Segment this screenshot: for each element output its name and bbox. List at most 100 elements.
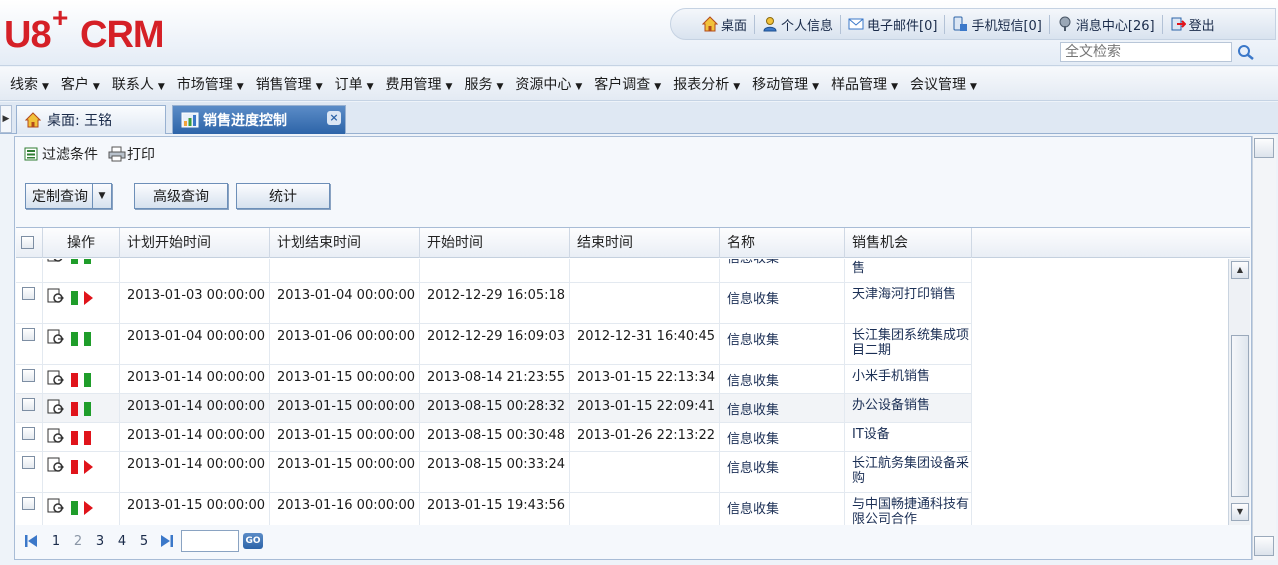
printer-icon	[108, 146, 126, 162]
top-link-email[interactable]: 电子邮件[0]	[841, 14, 946, 34]
cell-name[interactable]: 信息收集	[720, 394, 845, 422]
page-link[interactable]: 4	[111, 534, 133, 549]
menu-samples[interactable]: 样品管理 ▼	[825, 74, 904, 94]
top-link-logout[interactable]: 登出	[1163, 15, 1222, 34]
cell-opportunity[interactable]: 与中国畅捷通科技有限公司合作	[845, 493, 972, 525]
table-row[interactable]: 2013-01-04 00:00:00 2013-01-06 00:00:00 20…	[16, 324, 972, 365]
menu-sales[interactable]: 销售管理 ▼	[250, 74, 329, 94]
menu-service[interactable]: 服务 ▼	[458, 74, 509, 94]
sidebar-expand-handle[interactable]: ▶	[0, 105, 12, 133]
last-page-icon[interactable]	[159, 533, 175, 549]
cell-name[interactable]: 信息收集	[720, 324, 845, 364]
row-checkbox[interactable]	[22, 456, 35, 469]
row-checkbox[interactable]	[22, 328, 35, 341]
table-row[interactable]: 2013-01-14 00:00:00 2013-01-15 00:00:00 20…	[16, 423, 972, 452]
page-scrollbar[interactable]	[1252, 136, 1276, 560]
table-row[interactable]: 2012-12-15 16:01:002012-12-15 16:01:32信息…	[16, 259, 972, 283]
user-icon	[762, 16, 778, 32]
page-number-input[interactable]	[181, 530, 239, 552]
column-header-opportunity[interactable]: 销售机会	[845, 228, 972, 258]
first-page-icon[interactable]	[23, 533, 39, 549]
menu-orders[interactable]: 订单 ▼	[329, 74, 380, 94]
menu-surveys[interactable]: 客户调查 ▼	[588, 74, 667, 94]
cell-name[interactable]: 信息收集	[720, 259, 845, 282]
cell-opportunity[interactable]: 办公设备销售	[845, 394, 972, 422]
page-link[interactable]: 3	[89, 534, 111, 549]
menu-contacts[interactable]: 联系人 ▼	[106, 74, 171, 94]
scroll-down-arrow[interactable]: ▼	[1231, 503, 1249, 521]
table-row[interactable]: 2013-01-03 00:00:00 2013-01-04 00:00:00 20…	[16, 283, 972, 324]
row-checkbox[interactable]	[22, 369, 35, 382]
cell-opportunity[interactable]: 长江航务集团设备采购	[845, 452, 972, 492]
cell-opportunity[interactable]: IT设备	[845, 423, 972, 451]
menu-mobile[interactable]: 移动管理 ▼	[746, 74, 825, 94]
view-detail-icon[interactable]	[47, 428, 65, 444]
grid-scrollbar[interactable]: ▲ ▼	[1228, 259, 1250, 525]
column-header-plan-end[interactable]: 计划结束时间	[270, 228, 420, 258]
cell-name[interactable]: 信息收集	[720, 365, 845, 393]
view-detail-icon[interactable]	[47, 498, 65, 514]
cell-end: 2012-12-15 16:01:32	[570, 259, 720, 282]
column-header-end[interactable]: 结束时间	[570, 228, 720, 258]
column-header-start[interactable]: 开始时间	[420, 228, 570, 258]
table-row[interactable]: 2013-01-14 00:00:00 2013-01-15 00:00:00 20…	[16, 365, 972, 394]
cell-opportunity[interactable]: 小米手机销售	[845, 365, 972, 393]
close-icon[interactable]: ×	[327, 111, 341, 125]
page-link[interactable]: 1	[45, 534, 67, 549]
menu-leads[interactable]: 线索 ▼	[4, 74, 55, 94]
row-checkbox[interactable]	[22, 287, 35, 300]
advanced-query-button[interactable]: 高级查询	[134, 183, 228, 209]
view-detail-icon[interactable]	[47, 370, 65, 386]
top-link-profile[interactable]: 个人信息	[755, 14, 842, 34]
custom-query-button[interactable]: 定制查询	[25, 183, 92, 209]
row-select-cell	[16, 283, 43, 323]
column-header-name[interactable]: 名称	[720, 228, 845, 258]
cell-name[interactable]: 信息收集	[720, 283, 845, 323]
view-detail-icon[interactable]	[47, 399, 65, 415]
cell-opportunity[interactable]: 长江集团系统集成项目二期	[845, 324, 972, 364]
filter-button[interactable]: 过滤条件	[23, 144, 98, 164]
cell-name[interactable]: 信息收集	[720, 423, 845, 451]
page-scroll-down[interactable]	[1254, 536, 1274, 556]
table-row[interactable]: 2013-01-14 00:00:00 2013-01-15 00:00:00 20…	[16, 452, 972, 493]
print-button[interactable]: 打印	[108, 144, 155, 164]
select-all-checkbox[interactable]	[21, 236, 34, 249]
fulltext-search-input[interactable]	[1060, 42, 1232, 62]
scroll-up-arrow[interactable]: ▲	[1231, 261, 1249, 279]
page-link[interactable]: 5	[133, 534, 155, 549]
menu-meetings[interactable]: 会议管理 ▼	[904, 74, 983, 94]
row-checkbox[interactable]	[22, 398, 35, 411]
statistics-button[interactable]: 统计	[236, 183, 330, 209]
go-button[interactable]: GO	[243, 533, 263, 549]
view-detail-icon[interactable]	[47, 329, 65, 345]
cell-opportunity[interactable]: 公飞电子智能手机销售	[845, 259, 972, 282]
menu-reports[interactable]: 报表分析 ▼	[667, 74, 746, 94]
view-detail-icon[interactable]	[47, 288, 65, 304]
menu-resources[interactable]: 资源中心 ▼	[509, 74, 588, 94]
page-link-current[interactable]: 2	[67, 534, 89, 549]
menu-marketing[interactable]: 市场管理 ▼	[171, 74, 250, 94]
view-detail-icon[interactable]	[47, 457, 65, 473]
top-link-desktop[interactable]: 桌面	[695, 14, 756, 34]
menu-customers[interactable]: 客户 ▼	[55, 74, 106, 94]
column-header-action[interactable]: 操作	[43, 228, 120, 258]
column-header-plan-start[interactable]: 计划开始时间	[120, 228, 270, 258]
cell-opportunity[interactable]: 天津海河打印销售	[845, 283, 972, 323]
cell-name[interactable]: 信息收集	[720, 452, 845, 492]
row-action-cell	[43, 493, 120, 525]
scroll-thumb[interactable]	[1231, 335, 1249, 497]
tab-sales-progress[interactable]: 销售进度控制 ×	[172, 105, 346, 134]
search-icon[interactable]	[1236, 43, 1256, 61]
table-row[interactable]: 2013-01-15 00:00:00 2013-01-16 00:00:00 20…	[16, 493, 972, 525]
tab-desktop[interactable]: 桌面: 王铭	[16, 105, 166, 134]
view-detail-icon[interactable]	[47, 259, 65, 263]
top-link-messages[interactable]: 消息中心[26]	[1050, 14, 1163, 34]
top-link-sms[interactable]: 手机短信[0]	[945, 14, 1050, 34]
row-checkbox[interactable]	[22, 497, 35, 510]
menu-expenses[interactable]: 费用管理 ▼	[380, 74, 459, 94]
cell-name[interactable]: 信息收集	[720, 493, 845, 525]
chevron-down-icon[interactable]: ▼	[92, 183, 112, 209]
table-row[interactable]: 2013-01-14 00:00:00 2013-01-15 00:00:00 20…	[16, 394, 972, 423]
row-checkbox[interactable]	[22, 427, 35, 440]
page-scroll-up[interactable]	[1254, 138, 1274, 158]
